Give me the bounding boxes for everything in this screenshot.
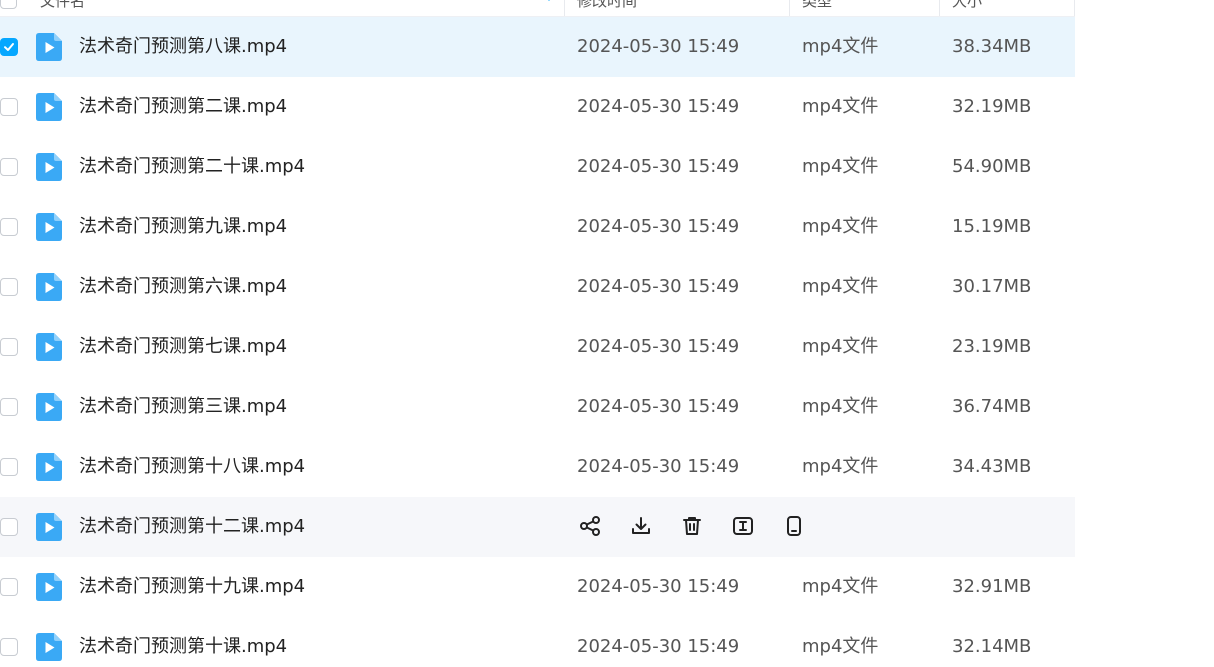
file-type: mp4文件	[802, 156, 879, 177]
file-modified-time: 2024-05-30 15:49	[577, 216, 740, 237]
file-type: mp4文件	[802, 336, 879, 357]
file-type: mp4文件	[802, 636, 879, 657]
file-modified-time: 2024-05-30 15:49	[577, 396, 740, 417]
table-row[interactable]: 法术奇门预测第十二课.mp4	[0, 497, 1075, 557]
table-row[interactable]: 法术奇门预测第九课.mp4 2024-05-30 15:49 mp4文件 15.…	[0, 197, 1075, 257]
check-icon	[4, 43, 14, 51]
column-divider[interactable]	[939, 0, 940, 16]
row-checkbox[interactable]	[0, 578, 18, 596]
column-header-time[interactable]: 修改时间	[577, 0, 637, 16]
file-size: 15.19MB	[952, 216, 1032, 237]
table-row[interactable]: 法术奇门预测第六课.mp4 2024-05-30 15:49 mp4文件 30.…	[0, 257, 1075, 317]
table-row[interactable]: 法术奇门预测第八课.mp4 2024-05-30 15:49 mp4文件 38.…	[0, 17, 1075, 77]
file-size: 32.14MB	[952, 636, 1032, 657]
select-all-checkbox[interactable]	[0, 0, 17, 9]
file-name[interactable]: 法术奇门预测第三课.mp4	[79, 377, 287, 437]
file-name[interactable]: 法术奇门预测第十八课.mp4	[79, 437, 305, 497]
file-size: 32.19MB	[952, 96, 1032, 117]
table-row[interactable]: 法术奇门预测第十课.mp4 2024-05-30 15:49 mp4文件 32.…	[0, 617, 1075, 667]
table-row[interactable]: 法术奇门预测第二十课.mp4 2024-05-30 15:49 mp4文件 54…	[0, 137, 1075, 197]
file-type: mp4文件	[802, 576, 879, 597]
table-row[interactable]: 法术奇门预测第二课.mp4 2024-05-30 15:49 mp4文件 32.…	[0, 77, 1075, 137]
file-name[interactable]: 法术奇门预测第八课.mp4	[79, 17, 287, 77]
table-row[interactable]: 法术奇门预测第七课.mp4 2024-05-30 15:49 mp4文件 23.…	[0, 317, 1075, 377]
file-modified-time: 2024-05-30 15:49	[577, 156, 740, 177]
file-modified-time: 2024-05-30 15:49	[577, 456, 740, 477]
file-modified-time: 2024-05-30 15:49	[577, 336, 740, 357]
file-modified-time: 2024-05-30 15:49	[577, 96, 740, 117]
video-file-icon	[36, 333, 62, 361]
file-modified-time: 2024-05-30 15:49	[577, 576, 740, 597]
file-type: mp4文件	[802, 36, 879, 57]
video-file-icon	[36, 33, 62, 61]
video-file-icon	[36, 453, 62, 481]
file-type: mp4文件	[802, 456, 879, 477]
file-size: 36.74MB	[952, 396, 1032, 417]
file-modified-time: 2024-05-30 15:49	[577, 636, 740, 657]
row-checkbox[interactable]	[0, 518, 18, 536]
file-size: 32.91MB	[952, 576, 1032, 597]
file-name[interactable]: 法术奇门预测第九课.mp4	[79, 197, 287, 257]
row-hover-actions	[578, 514, 806, 540]
row-checkbox[interactable]	[0, 218, 18, 236]
file-name[interactable]: 法术奇门预测第十二课.mp4	[79, 497, 305, 557]
download-icon[interactable]	[629, 514, 653, 538]
row-checkbox[interactable]	[0, 398, 18, 416]
row-checkbox[interactable]	[0, 638, 18, 656]
file-name[interactable]: 法术奇门预测第二课.mp4	[79, 77, 287, 137]
delete-icon[interactable]	[680, 514, 704, 538]
video-file-icon	[36, 213, 62, 241]
column-divider	[1074, 0, 1075, 16]
share-icon[interactable]	[578, 514, 602, 538]
video-file-icon	[36, 273, 62, 301]
file-list-table: 文件名 修改时间 类型 大小 法术奇门预测第八课.mp4 2024-05-30 …	[0, 0, 1214, 667]
file-type: mp4文件	[802, 216, 879, 237]
file-type: mp4文件	[802, 396, 879, 417]
row-checkbox[interactable]	[0, 458, 18, 476]
video-file-icon	[36, 513, 62, 541]
video-file-icon	[36, 153, 62, 181]
file-size: 54.90MB	[952, 156, 1032, 177]
table-header: 文件名 修改时间 类型 大小	[0, 0, 1075, 17]
file-modified-time: 2024-05-30 15:49	[577, 276, 740, 297]
file-size: 23.19MB	[952, 336, 1032, 357]
row-checkbox[interactable]	[0, 278, 18, 296]
sort-arrow-icon[interactable]	[545, 0, 553, 1]
file-size: 30.17MB	[952, 276, 1032, 297]
file-name[interactable]: 法术奇门预测第十九课.mp4	[79, 557, 305, 617]
table-row[interactable]: 法术奇门预测第三课.mp4 2024-05-30 15:49 mp4文件 36.…	[0, 377, 1075, 437]
video-file-icon	[36, 633, 62, 661]
column-header-size[interactable]: 大小	[952, 0, 982, 16]
file-name[interactable]: 法术奇门预测第十课.mp4	[79, 617, 287, 667]
column-divider[interactable]	[789, 0, 790, 16]
table-row[interactable]: 法术奇门预测第十九课.mp4 2024-05-30 15:49 mp4文件 32…	[0, 557, 1075, 617]
row-checkbox[interactable]	[0, 158, 18, 176]
rename-icon[interactable]	[731, 514, 755, 538]
video-file-icon	[36, 573, 62, 601]
file-name[interactable]: 法术奇门预测第六课.mp4	[79, 257, 287, 317]
file-name[interactable]: 法术奇门预测第二十课.mp4	[79, 137, 305, 197]
video-file-icon	[36, 93, 62, 121]
row-checkbox[interactable]	[0, 338, 18, 356]
column-divider[interactable]	[564, 0, 565, 16]
column-header-name[interactable]: 文件名	[40, 0, 85, 16]
file-type: mp4文件	[802, 276, 879, 297]
file-rows: 法术奇门预测第八课.mp4 2024-05-30 15:49 mp4文件 38.…	[0, 17, 1214, 667]
file-size: 38.34MB	[952, 36, 1032, 57]
video-file-icon	[36, 393, 62, 421]
file-size: 34.43MB	[952, 456, 1032, 477]
file-modified-time: 2024-05-30 15:49	[577, 36, 740, 57]
row-checkbox[interactable]	[0, 98, 18, 116]
send-to-phone-icon[interactable]	[782, 514, 806, 538]
file-type: mp4文件	[802, 96, 879, 117]
row-checkbox[interactable]	[0, 38, 18, 56]
table-row[interactable]: 法术奇门预测第十八课.mp4 2024-05-30 15:49 mp4文件 34…	[0, 437, 1075, 497]
file-name[interactable]: 法术奇门预测第七课.mp4	[79, 317, 287, 377]
column-header-type[interactable]: 类型	[802, 0, 832, 16]
